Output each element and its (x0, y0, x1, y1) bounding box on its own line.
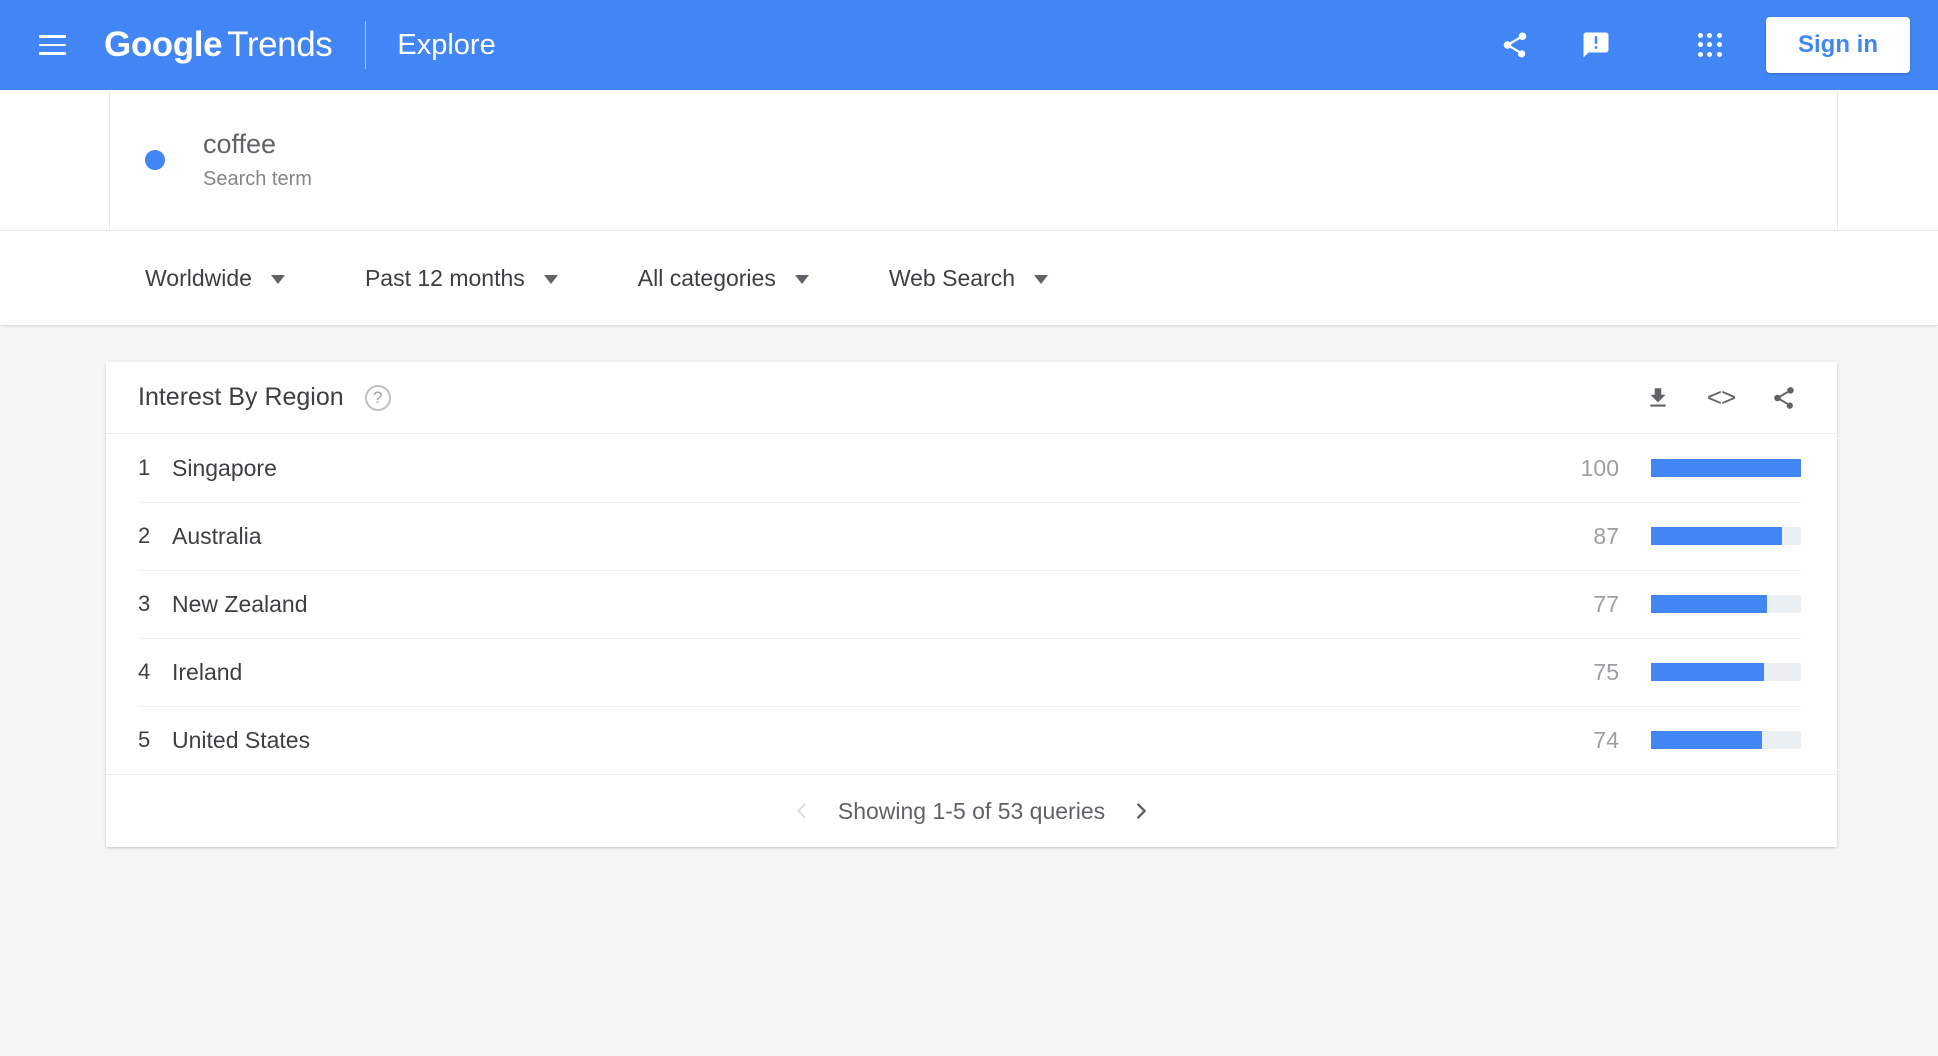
region-bar-fill (1651, 459, 1801, 477)
chevron-down-icon (270, 275, 285, 284)
embed-code-icon[interactable]: <> (1704, 381, 1738, 415)
location-filter-label: Worldwide (145, 264, 252, 291)
region-name: Ireland (172, 658, 243, 685)
table-row[interactable]: 4 Ireland 75 (106, 638, 1837, 706)
table-row[interactable]: 2 Australia 87 (106, 502, 1837, 570)
region-name: Australia (172, 522, 262, 549)
filter-bar: Worldwide Past 12 months All categories … (0, 231, 1938, 326)
chevron-down-icon (543, 275, 558, 284)
feedback-icon[interactable] (1568, 17, 1624, 73)
apps-grid-icon[interactable] (1682, 17, 1738, 73)
search-term-title: coffee (203, 129, 277, 160)
search-type-filter-label: Web Search (888, 264, 1015, 291)
region-bar-fill (1651, 731, 1762, 749)
region-name: Singapore (172, 454, 277, 481)
region-rank: 3 (138, 591, 151, 616)
region-value: 74 (1593, 726, 1619, 753)
term-gutter-left (0, 90, 110, 230)
region-value: 100 (1580, 454, 1619, 481)
share-icon-glyph (1774, 386, 1794, 409)
region-bar-fill (1651, 595, 1767, 613)
feedback-icon-glyph (1583, 32, 1609, 58)
region-bar-track (1651, 459, 1801, 477)
region-bar-fill (1651, 527, 1782, 545)
interest-by-region-card: Interest By Region ? <> 1 Singapore 100 2 Au… (106, 362, 1837, 847)
pagination-status: Showing 1-5 of 53 queries (837, 797, 1106, 824)
time-range-filter[interactable]: Past 12 months (365, 265, 558, 292)
time-range-filter-label: Past 12 months (364, 264, 525, 291)
download-icon-glyph (1650, 387, 1666, 407)
region-metric: 74 (1557, 727, 1801, 754)
page-title: Interest By Region (138, 383, 344, 411)
header-divider (365, 21, 367, 69)
pagination-prev-button[interactable] (780, 789, 824, 833)
chevron-left-icon (797, 803, 806, 819)
table-row[interactable]: 5 United States 74 (106, 706, 1837, 774)
search-term-subtitle: Search term (203, 167, 312, 190)
google-trends-logo[interactable]: Google Trends (104, 25, 333, 65)
region-bar-track (1651, 595, 1801, 613)
search-term-texts: coffee Search term (203, 129, 312, 190)
region-rank: 5 (138, 727, 151, 752)
app-bar: Google Trends Explore Sign in (0, 0, 1938, 90)
share-icon[interactable] (1767, 381, 1801, 415)
search-term-section: coffee Search term (0, 90, 1938, 231)
region-value: 87 (1593, 522, 1619, 549)
share-icon-glyph (1503, 32, 1527, 58)
logo-google-word: Google (104, 25, 223, 64)
region-bar-fill (1651, 663, 1764, 681)
hamburger-line (38, 43, 66, 47)
region-name: New Zealand (172, 590, 308, 617)
explore-nav-item[interactable]: Explore (397, 29, 495, 62)
category-filter-label: All categories (637, 264, 776, 291)
region-list: 1 Singapore 100 2 Australia 87 3 New Zealand 77 4… (106, 434, 1837, 774)
region-metric: 87 (1557, 523, 1801, 550)
chevron-down-icon (794, 275, 809, 284)
card-header-actions: <> (1641, 381, 1801, 415)
search-type-filter[interactable]: Web Search (889, 265, 1048, 292)
region-metric: 75 (1557, 659, 1801, 686)
hamburger-menu-icon[interactable] (28, 21, 76, 69)
region-rank: 4 (138, 659, 151, 684)
download-icon[interactable] (1641, 381, 1675, 415)
hamburger-line (38, 35, 66, 38)
term-gutter-right (1837, 90, 1938, 230)
pagination-next-button[interactable] (1119, 789, 1163, 833)
location-filter[interactable]: Worldwide (145, 265, 285, 292)
region-metric: 77 (1557, 591, 1801, 618)
chevron-right-icon (1137, 803, 1146, 819)
search-term-card[interactable]: coffee Search term (110, 90, 1837, 230)
category-filter[interactable]: All categories (638, 265, 809, 292)
app-bar-actions: Sign in (1487, 17, 1910, 73)
region-bar-track (1651, 527, 1801, 545)
card-header: Interest By Region ? <> (106, 362, 1837, 434)
region-bar-track (1651, 663, 1801, 681)
series-color-dot (145, 150, 165, 170)
table-row[interactable]: 3 New Zealand 77 (106, 570, 1837, 638)
region-name: United States (172, 726, 311, 753)
main-content: Interest By Region ? <> 1 Singapore 100 2 Au… (0, 326, 1938, 1054)
logo-trends-word: Trends (227, 25, 333, 64)
region-value: 75 (1593, 658, 1619, 685)
region-rank: 2 (138, 523, 151, 548)
region-value: 77 (1593, 590, 1619, 617)
table-row[interactable]: 1 Singapore 100 (106, 434, 1837, 502)
region-rank: 1 (138, 455, 151, 480)
hamburger-line (38, 52, 66, 55)
help-icon[interactable]: ? (364, 384, 391, 411)
sign-in-button[interactable]: Sign in (1766, 17, 1910, 73)
card-pagination: Showing 1-5 of 53 queries (106, 774, 1837, 847)
region-metric: 100 (1557, 455, 1801, 482)
chevron-down-icon (1033, 275, 1048, 284)
region-bar-track (1651, 731, 1801, 749)
apps-grid-dots (1698, 33, 1722, 57)
share-icon[interactable] (1487, 17, 1543, 73)
